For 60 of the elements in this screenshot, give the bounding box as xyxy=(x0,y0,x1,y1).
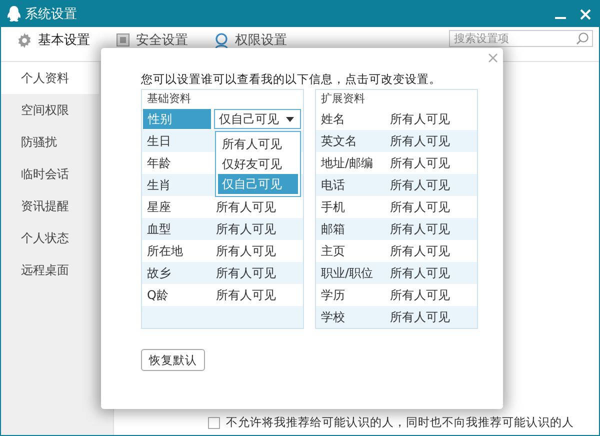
visibility-value[interactable]: 所有人可见 xyxy=(216,242,276,260)
checkbox[interactable] xyxy=(208,416,220,428)
field-label: 故乡 xyxy=(146,265,172,282)
checkbox-label: 不允许将我推荐给可能认识的人，同时也不向我推荐可能认识的人 xyxy=(226,415,574,430)
settings-tab[interactable]: 基本设置 xyxy=(17,31,90,49)
sidebar-item[interactable]: 空间权限 xyxy=(1,94,99,126)
visibility-value[interactable]: 所有人可见 xyxy=(216,198,276,216)
visibility-dropdown[interactable]: 仅自己可见 xyxy=(214,109,301,129)
section-title: 基础资料 xyxy=(142,90,303,108)
field-label: 职业/职位 xyxy=(320,265,374,282)
visibility-value[interactable]: 所有人可见 xyxy=(390,110,450,128)
close-icon[interactable] xyxy=(487,52,499,64)
field-label: 电话 xyxy=(320,177,346,194)
intro-text: 您可以设置谁可以查看我的以下信息，点击可改变设置。 xyxy=(141,72,442,88)
field-label: Q龄 xyxy=(146,287,170,304)
field-label: 年龄 xyxy=(146,155,172,172)
visibility-value[interactable]: 所有人可见 xyxy=(390,242,450,260)
visibility-value[interactable]: 所有人可见 xyxy=(216,286,276,304)
window-title: 系统设置 xyxy=(25,6,78,23)
sidebar-item[interactable]: 临时会话 xyxy=(1,158,99,190)
visibility-value[interactable]: 所有人可见 xyxy=(216,220,276,238)
field-label: 手机 xyxy=(320,199,346,216)
section-title: 扩展资料 xyxy=(316,90,477,108)
field-label: 生肖 xyxy=(146,177,172,194)
field-label: 邮箱 xyxy=(320,221,346,238)
settings-tab[interactable]: 权限设置 xyxy=(214,31,287,49)
visibility-value[interactable]: 所有人可见 xyxy=(390,176,450,194)
dropdown-option[interactable]: 所有人可见 xyxy=(218,134,298,154)
field-label: 性别 xyxy=(143,109,211,129)
sidebar-item[interactable]: 资讯提醒 xyxy=(1,190,99,222)
visibility-value[interactable]: 所有人可见 xyxy=(390,308,450,326)
gear-icon xyxy=(17,32,32,48)
field-label: 英文名 xyxy=(320,133,358,150)
field-label: 学历 xyxy=(320,287,346,304)
user-icon xyxy=(214,32,229,48)
sidebar-item[interactable]: 防骚扰 xyxy=(1,126,99,158)
field-label: 血型 xyxy=(146,221,172,238)
caret-icon xyxy=(286,116,294,122)
reset-button[interactable]: 恢复默认 xyxy=(141,349,205,371)
penguin-icon xyxy=(7,6,21,22)
sidebar-item[interactable]: 个人状态 xyxy=(1,222,99,254)
sidebar-item[interactable]: 远程桌面 xyxy=(1,254,99,286)
dropdown-option[interactable]: 仅好友可见 xyxy=(218,154,298,174)
sidebar-item[interactable]: 个人资料 xyxy=(1,62,99,94)
field-label: 地址/邮编 xyxy=(320,155,374,172)
field-label: 姓名 xyxy=(320,111,346,128)
field-label: 生日 xyxy=(146,133,172,150)
visibility-value[interactable]: 所有人可见 xyxy=(390,132,450,150)
search-icon[interactable] xyxy=(576,32,589,45)
visibility-value[interactable]: 所有人可见 xyxy=(390,286,450,304)
field-label: 学校 xyxy=(320,309,346,326)
visibility-value[interactable]: 所有人可见 xyxy=(390,264,450,282)
visibility-value[interactable]: 所有人可见 xyxy=(390,198,450,216)
field-label: 主页 xyxy=(320,243,346,260)
visibility-value[interactable]: 所有人可见 xyxy=(216,264,276,282)
field-label: 所在地 xyxy=(146,243,184,260)
search-field[interactable]: 搜索设置项 xyxy=(449,30,593,47)
visibility-value[interactable]: 所有人可见 xyxy=(390,220,450,238)
visibility-value[interactable]: 所有人可见 xyxy=(390,154,450,172)
field-label: 星座 xyxy=(146,199,172,216)
